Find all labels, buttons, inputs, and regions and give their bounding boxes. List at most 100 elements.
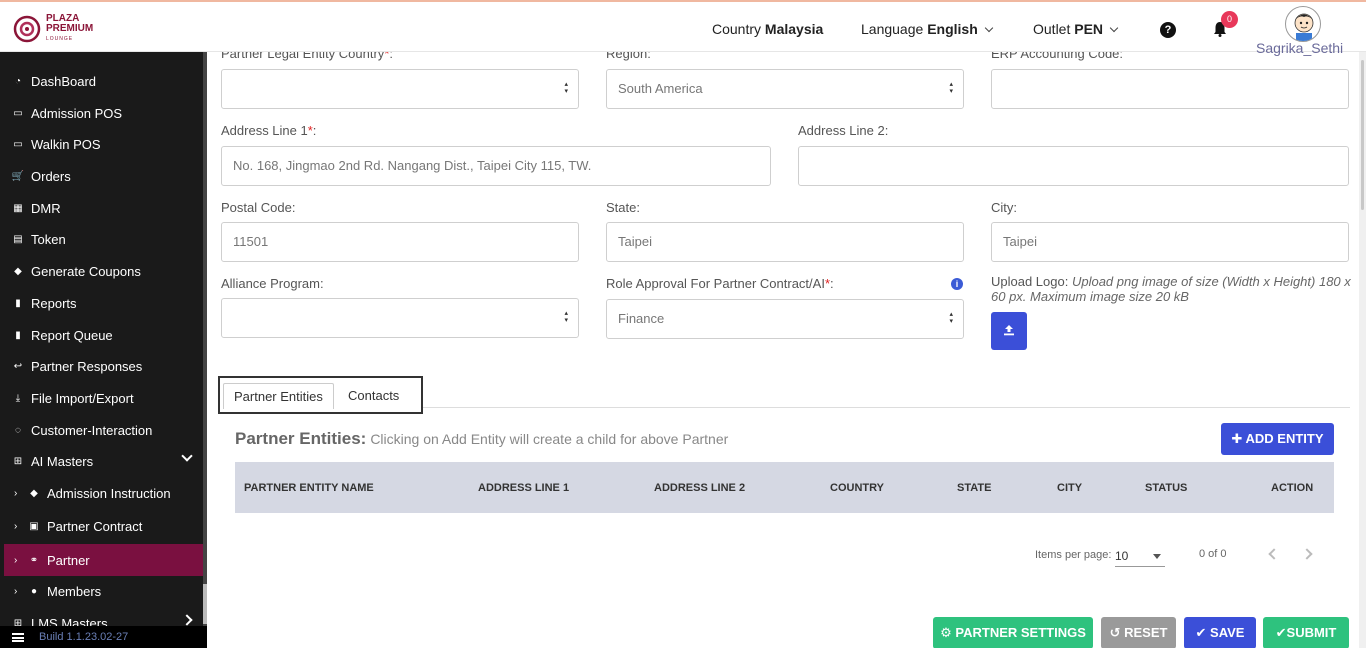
outlet-selector[interactable]: Outlet PEN	[1033, 21, 1119, 37]
chevron-right-icon: ›	[14, 585, 18, 597]
col-address-line-1[interactable]: ADDRESS LINE 1	[478, 482, 569, 494]
alliance-program-select[interactable]	[221, 298, 579, 338]
col-state[interactable]: STATE	[957, 482, 991, 494]
sidebar-item-dashboard[interactable]: ◔ DashBoard	[0, 67, 203, 95]
upload-logo-button[interactable]	[991, 312, 1027, 350]
city-input[interactable]: Taipei	[991, 222, 1349, 262]
state-input[interactable]: Taipei	[606, 222, 964, 262]
col-address-line-2[interactable]: ADDRESS LINE 2	[654, 482, 745, 494]
top-header: PLAZA PREMIUM LOUNGE Country Malaysia La…	[0, 0, 1366, 56]
legal-country-select[interactable]	[221, 69, 579, 109]
check-icon: ✔	[1195, 625, 1207, 640]
username[interactable]: Sagrika_Sethi	[1256, 40, 1343, 56]
postal-code-input[interactable]: 11501	[221, 222, 579, 262]
sitemap-icon: ⊞	[13, 455, 23, 467]
sidebar-item-orders[interactable]: 🛒 Orders	[0, 162, 203, 190]
chevron-down-icon	[181, 450, 193, 462]
sidebar-item-admission-instruction[interactable]: › ◆ Admission Instruction	[0, 479, 203, 507]
avatar[interactable]	[1285, 6, 1321, 42]
items-per-page-label: Items per page:	[1035, 549, 1112, 561]
chevron-right-icon: ›	[14, 520, 18, 532]
sidebar-item-label: Token	[31, 231, 66, 247]
chevron-right-icon	[181, 614, 193, 626]
alliance-program-label: Alliance Program:	[221, 276, 324, 291]
save-button[interactable]: ✔ SAVE	[1184, 617, 1256, 648]
help-icon[interactable]: ?	[1160, 22, 1176, 38]
upload-logo-label: Upload Logo: Upload png image of size (W…	[991, 274, 1351, 304]
tab-partner-entities[interactable]: Partner Entities	[223, 383, 334, 409]
sidebar-item-generate-coupons[interactable]: ◆ Generate Coupons	[0, 257, 203, 285]
sidebar-item-report-queue[interactable]: ▮ Report Queue	[0, 321, 203, 349]
address2-input[interactable]	[798, 146, 1349, 186]
calendar-icon: ▦	[13, 202, 23, 214]
users-icon: ●	[30, 585, 38, 597]
info-icon[interactable]: i	[951, 278, 963, 290]
sidebar-item-partner[interactable]: › ⚭ Partner	[4, 544, 203, 576]
col-city[interactable]: CITY	[1057, 482, 1082, 494]
upload-icon	[1004, 325, 1014, 336]
sidebar-item-label: Generate Coupons	[31, 263, 141, 279]
role-approval-label: Role Approval For Partner Contract/AI*:	[606, 276, 834, 291]
briefcase-icon: ▣	[29, 520, 39, 532]
region-select[interactable]: South America	[606, 69, 964, 109]
items-per-page-select[interactable]: 10	[1115, 545, 1165, 567]
col-action: ACTION	[1271, 482, 1314, 494]
section-title: Partner Entities: Clicking on Add Entity …	[235, 429, 729, 448]
sidebar-item-label: DMR	[31, 200, 61, 216]
tab-contacts[interactable]: Contacts	[338, 383, 409, 409]
sidebar-item-label: Partner	[47, 552, 90, 568]
sidebar-item-dmr[interactable]: ▦ DMR	[0, 194, 203, 222]
sidebar-item-file-import-export[interactable]: ⤓ File Import/Export	[0, 384, 203, 412]
sidebar-item-label: Reports	[31, 295, 77, 311]
next-page-icon[interactable]	[1301, 548, 1313, 560]
build-footer: Build 1.1.23.02-27	[0, 626, 207, 648]
sidebar-item-partner-responses[interactable]: ↩ Partner Responses	[0, 352, 203, 380]
sidebar-item-label: Partner Responses	[31, 358, 143, 374]
sidebar-item-admission-pos[interactable]: ▭ Admission POS	[0, 99, 203, 127]
sidebar-item-label: Admission Instruction	[47, 485, 171, 501]
sidebar-item-members[interactable]: › ● Members	[0, 577, 203, 605]
sidebar-item-walkin-pos[interactable]: ▭ Walkin POS	[0, 130, 203, 158]
sidebar-item-token[interactable]: ▤ Token	[0, 225, 203, 253]
section-subtitle: Clicking on Add Entity will create a chi…	[370, 431, 729, 447]
file-icon: ▤	[13, 233, 23, 245]
sidebar-item-partner-contract[interactable]: › ▣ Partner Contract	[0, 512, 203, 540]
history-icon: ↺	[1109, 625, 1121, 640]
book-icon: ▮	[15, 297, 21, 309]
col-partner-entity-name[interactable]: PARTNER ENTITY NAME	[244, 482, 374, 494]
sidebar-item-reports[interactable]: ▮ Reports	[0, 289, 203, 317]
brand-logo[interactable]: PLAZA PREMIUM LOUNGE	[13, 14, 93, 44]
address1-input[interactable]: No. 168, Jingmao 2nd Rd. Nangang Dist., …	[221, 146, 771, 186]
col-status[interactable]: STATUS	[1145, 482, 1187, 494]
reply-icon: ↩	[13, 360, 23, 372]
country-selector[interactable]: Country Malaysia	[712, 21, 823, 37]
col-country[interactable]: COUNTRY	[830, 482, 884, 494]
address2-label: Address Line 2:	[798, 123, 889, 138]
id-card-icon: ▭	[13, 138, 23, 150]
erp-code-input[interactable]	[991, 69, 1349, 109]
role-approval-select[interactable]: Finance	[606, 299, 964, 339]
tag-icon: ◆	[14, 265, 22, 277]
reset-button[interactable]: ↺ RESET	[1101, 617, 1176, 648]
state-label: State:	[606, 200, 640, 215]
notification-badge: 0	[1221, 11, 1238, 28]
menu-icon[interactable]	[12, 633, 24, 642]
submit-button[interactable]: ✔SUBMIT	[1263, 617, 1349, 648]
download-icon: ⤓	[15, 392, 21, 404]
book-icon: ▮	[15, 329, 21, 341]
build-version: Build 1.1.23.02-27	[39, 631, 129, 643]
previous-page-icon[interactable]	[1268, 548, 1280, 560]
chevron-right-icon: ›	[14, 554, 18, 566]
brand-name: PLAZA PREMIUM LOUNGE	[46, 13, 94, 43]
sidebar-item-label: Admission POS	[31, 105, 123, 121]
sidebar-item-customer-interaction[interactable]: ◌ Customer-Interaction	[0, 416, 203, 444]
add-entity-button[interactable]: ✚ ADD ENTITY	[1221, 423, 1334, 455]
sidebar-item-label: Customer-Interaction	[31, 422, 153, 438]
sidebar-item-label: Walkin POS	[31, 136, 101, 152]
add-entity-label: ADD ENTITY	[1245, 431, 1324, 446]
sidebar-item-ai-masters[interactable]: ⊞ AI Masters	[0, 447, 203, 475]
page-scrollbar-thumb[interactable]	[1361, 60, 1364, 210]
partner-settings-button[interactable]: ⚙ PARTNER SETTINGS	[933, 617, 1093, 648]
chevron-down-icon	[984, 23, 993, 33]
language-selector[interactable]: Language English	[861, 21, 993, 37]
